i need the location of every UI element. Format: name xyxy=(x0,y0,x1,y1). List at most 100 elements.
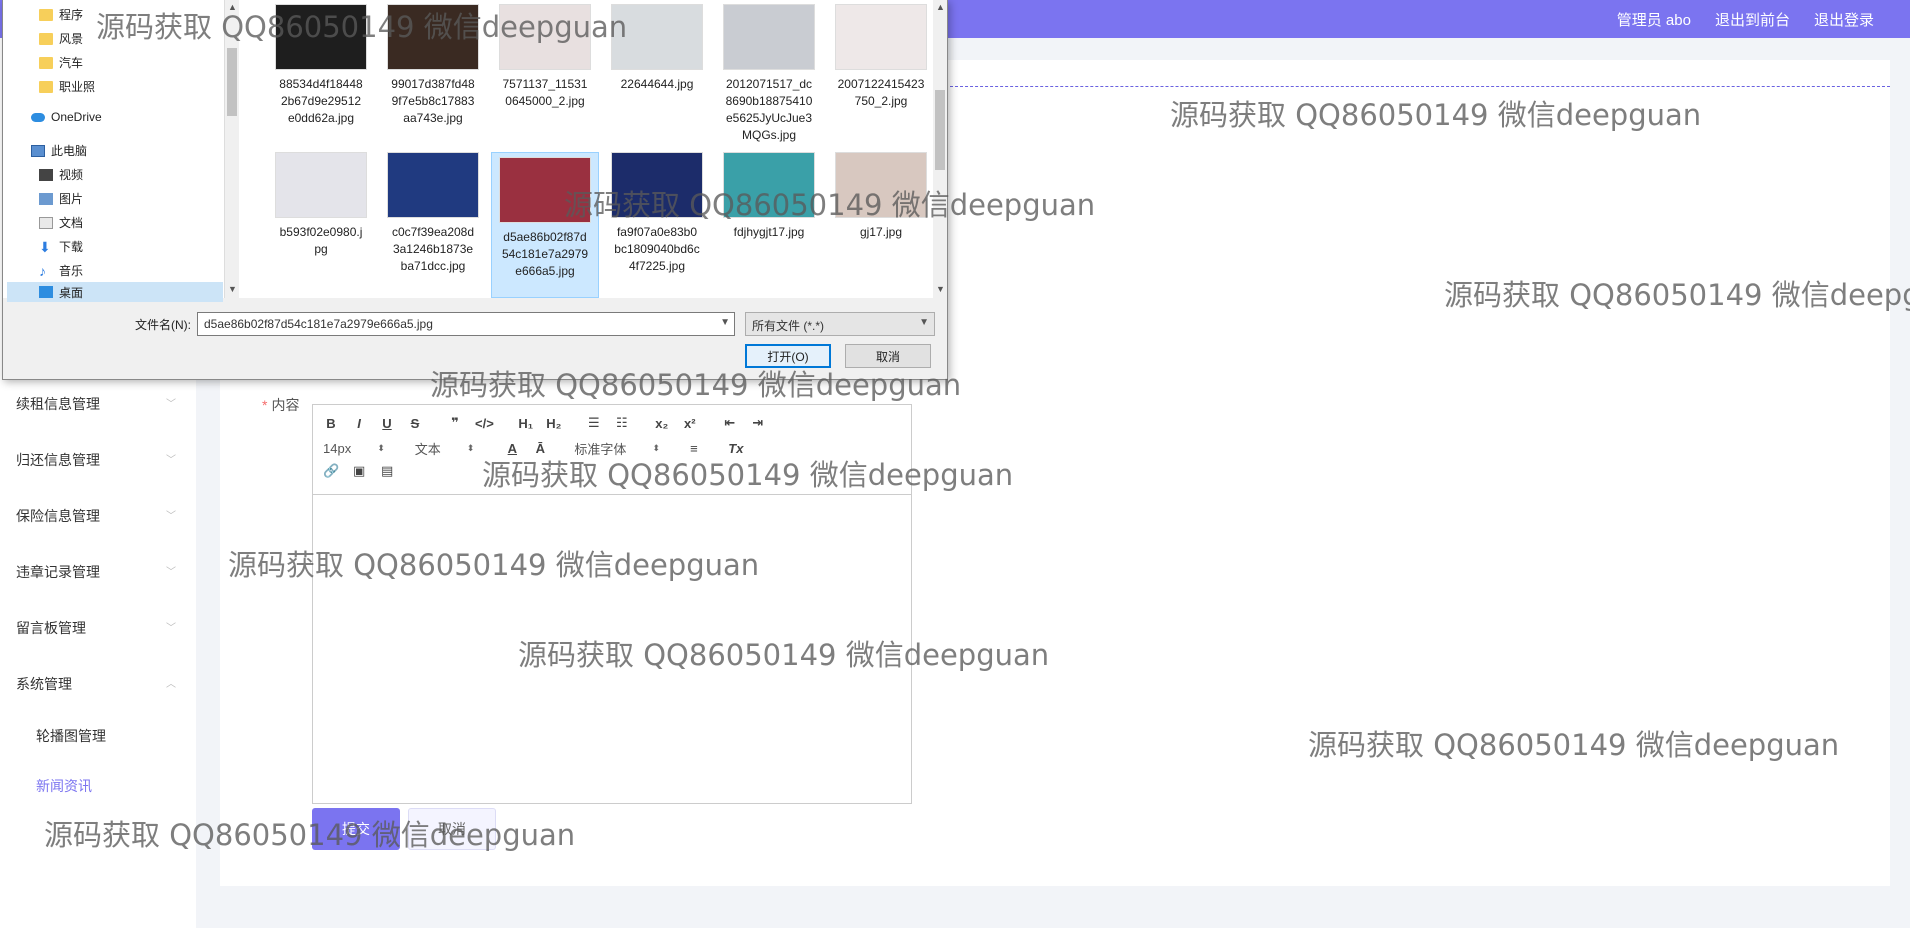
nav-scrollbar[interactable]: ▲ ▼ xyxy=(225,0,239,298)
nav-item-downloads[interactable]: ⬇ 下载 xyxy=(39,238,83,255)
ordered-list-button[interactable]: ☰ xyxy=(586,415,602,431)
nav-item-music[interactable]: ♪ 音乐 xyxy=(39,262,83,279)
subscript-button[interactable]: x₂ xyxy=(654,416,670,431)
file-thumbnail xyxy=(611,152,703,218)
nav-item-videos[interactable]: 视频 xyxy=(39,166,83,183)
folder-icon xyxy=(39,56,53,69)
underline-button[interactable]: U xyxy=(379,416,395,431)
nav-label: 下载 xyxy=(59,240,84,254)
nav-item-programs[interactable]: 程序 xyxy=(39,6,83,23)
menu-insurance[interactable]: 保险信息管理 ﹀ xyxy=(16,506,176,526)
bullet-list-button[interactable]: ☷ xyxy=(614,415,630,431)
nav-item-documents[interactable]: 文档 xyxy=(39,214,83,231)
align-button[interactable]: ≡ xyxy=(686,441,702,456)
nav-item-desktop[interactable]: 桌面 xyxy=(7,282,223,302)
menu-label: 留言板管理 xyxy=(16,620,86,636)
nav-item-onedrive[interactable]: OneDrive xyxy=(31,110,102,124)
submenu-news[interactable]: 新闻资讯 xyxy=(36,776,92,796)
logout-link[interactable]: 退出登录 xyxy=(1814,9,1874,30)
nav-item-this-pc[interactable]: 此电脑 xyxy=(31,142,87,159)
nav-item-portraits[interactable]: 职业照 xyxy=(39,78,95,95)
file-item[interactable]: fa9f07a0e83b0 bc1809040bd6c 4f7225.jpg xyxy=(603,152,711,275)
scroll-up-icon[interactable]: ▲ xyxy=(936,2,945,12)
nav-label: 此电脑 xyxy=(51,144,88,158)
bold-button[interactable]: B xyxy=(323,416,339,431)
submenu-carousel[interactable]: 轮播图管理 xyxy=(36,726,106,746)
file-item[interactable]: 88534d4f18448 2b67d9e29512 e0dd62a.jpg xyxy=(267,4,375,127)
editor-content-area[interactable] xyxy=(313,495,911,803)
scroll-thumb[interactable] xyxy=(935,90,945,170)
chevron-down-icon: ﹀ xyxy=(166,623,176,634)
file-item[interactable]: 7571137_11531 0645000_2.jpg xyxy=(491,4,599,110)
nav-label: OneDrive xyxy=(51,110,102,124)
strike-button[interactable]: S xyxy=(407,416,423,431)
image-button[interactable]: ▣ xyxy=(351,463,367,479)
menu-violation[interactable]: 违章记录管理 ﹀ xyxy=(16,562,176,582)
blockquote-button[interactable]: ❞ xyxy=(447,415,463,431)
files-scrollbar[interactable]: ▲ ▼ xyxy=(933,0,947,298)
menu-message-board[interactable]: 留言板管理 ﹀ xyxy=(16,618,176,638)
file-item[interactable]: fdjhygjt17.jpg xyxy=(715,152,823,241)
scroll-thumb[interactable] xyxy=(227,48,237,116)
open-button[interactable]: 打开(O) xyxy=(745,344,831,368)
back-to-front-link[interactable]: 退出到前台 xyxy=(1715,9,1790,30)
file-name-line: pg xyxy=(314,242,328,256)
filename-label: 文件名(N): xyxy=(135,318,191,332)
file-item[interactable]: 2007122415423 750_2.jpg xyxy=(827,4,935,110)
dialog-cancel-button[interactable]: 取消 xyxy=(845,344,931,368)
menu-return[interactable]: 归还信息管理 ﹀ xyxy=(16,450,176,470)
file-item[interactable]: 2012071517_dc 8690b18875410 e5625JyUcJue3 M… xyxy=(715,4,823,144)
indent-button[interactable]: ⇥ xyxy=(750,415,766,431)
font-size-select[interactable]: 14px ⬍ xyxy=(323,441,385,456)
scroll-down-icon[interactable]: ▼ xyxy=(228,284,237,294)
download-icon: ⬇ xyxy=(39,238,51,255)
font-family-select[interactable]: 标准字体 ⬍ xyxy=(574,439,660,458)
select-arrows-icon: ⬍ xyxy=(377,443,385,453)
admin-label: 管理员 abo xyxy=(1616,12,1691,29)
toolbar-row-2: 14px ⬍ 文本 ⬍ A Ā 标准字体 ⬍ ≡ Tx xyxy=(323,439,744,458)
file-item[interactable]: gj17.jpg xyxy=(827,152,935,241)
submit-button[interactable]: 提交 xyxy=(312,808,400,850)
scroll-up-icon[interactable]: ▲ xyxy=(228,2,237,12)
file-item[interactable]: 22644644.jpg xyxy=(603,4,711,93)
filename-value: d5ae86b02f87d54c181e7a2979e666a5.jpg xyxy=(204,317,433,331)
menu-system[interactable]: 系统管理 ︿ xyxy=(16,674,176,694)
filename-input[interactable]: d5ae86b02f87d54c181e7a2979e666a5.jpg ▼ xyxy=(197,312,735,336)
file-item[interactable]: d5ae86b02f87d 54c181e7a2979 e666a5.jpg xyxy=(491,152,599,298)
font-size-value: 14px xyxy=(323,441,352,456)
content-label: * 内容 xyxy=(262,395,299,415)
select-arrows-icon: ⬍ xyxy=(466,443,475,453)
menu-renewal[interactable]: 续租信息管理 ﹀ xyxy=(16,394,176,414)
background-color-button[interactable]: Ā xyxy=(532,441,548,456)
file-item[interactable]: c0c7f39ea208d 3a1246b1873e ba71dcc.jpg xyxy=(379,152,487,275)
header-select[interactable]: 文本 ⬍ xyxy=(415,439,475,458)
clear-format-button[interactable]: Tx xyxy=(728,441,744,456)
h2-button[interactable]: H₂ xyxy=(546,416,562,431)
scroll-down-icon[interactable]: ▼ xyxy=(936,284,945,294)
chevron-down-icon[interactable]: ▼ xyxy=(720,317,730,328)
chevron-down-icon: ﹀ xyxy=(166,567,176,578)
superscript-button[interactable]: x² xyxy=(682,416,698,431)
cancel-button[interactable]: 取消 xyxy=(408,808,496,850)
text-color-button[interactable]: A xyxy=(504,441,520,456)
file-thumbnail xyxy=(835,152,927,218)
file-name-line: 22644644.jpg xyxy=(620,77,694,91)
file-item[interactable]: 99017d387fd48 9f7e5b8c17883 aa743e.jpg xyxy=(379,4,487,127)
nav-item-scenery[interactable]: 风景 xyxy=(39,30,83,47)
header-value: 文本 xyxy=(414,442,441,457)
file-thumbnail xyxy=(387,152,479,218)
link-button[interactable]: 🔗 xyxy=(323,463,339,479)
filetype-select[interactable]: 所有文件 (*.*) ▼ xyxy=(745,312,935,336)
file-name-line: 8690b18875410 xyxy=(725,94,813,108)
nav-label: 文档 xyxy=(59,216,84,230)
font-family-value: 标准字体 xyxy=(574,442,627,457)
menu-label: 保险信息管理 xyxy=(16,508,100,524)
h1-button[interactable]: H₁ xyxy=(518,416,534,431)
file-item[interactable]: b593f02e0980.j pg xyxy=(267,152,375,258)
outdent-button[interactable]: ⇤ xyxy=(722,415,738,431)
italic-button[interactable]: I xyxy=(351,416,367,431)
nav-item-cars[interactable]: 汽车 xyxy=(39,54,83,71)
code-block-button[interactable]: </> xyxy=(475,416,494,431)
video-button[interactable]: ▤ xyxy=(379,463,395,479)
nav-item-pictures[interactable]: 图片 xyxy=(39,190,83,207)
